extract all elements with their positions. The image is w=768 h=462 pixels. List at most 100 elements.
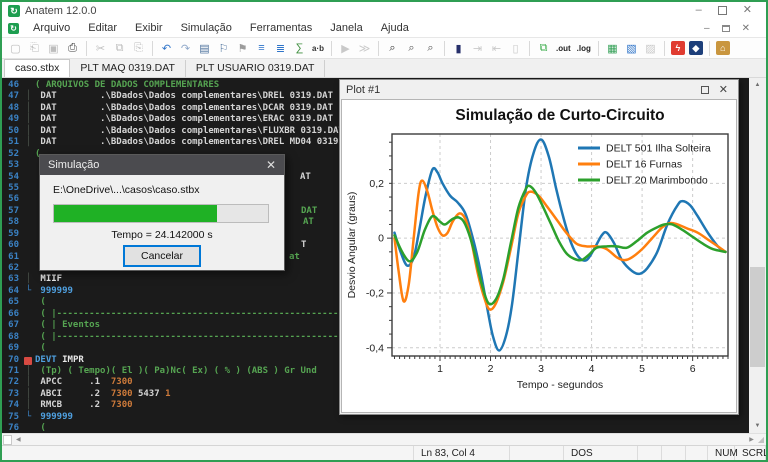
toolbar-table-icon[interactable]: ▦ bbox=[604, 40, 621, 57]
toolbar-document-info-icon[interactable]: ▤ bbox=[196, 40, 213, 57]
menu-arquivo[interactable]: Arquivo bbox=[24, 20, 79, 36]
mdi-minimize-button[interactable]: – bbox=[704, 23, 710, 34]
toolbar-redo-icon[interactable]: ↷ bbox=[177, 40, 194, 57]
fold-margin bbox=[22, 320, 35, 331]
fold-margin: │ bbox=[22, 126, 35, 137]
svg-text:5: 5 bbox=[639, 363, 645, 375]
status-cell bbox=[2, 446, 414, 460]
mdi-close-button[interactable]: ✕ bbox=[742, 23, 750, 34]
title-bar: ↻ Anatem 12.0.0 – ✕ bbox=[2, 2, 766, 19]
menu-simulacao[interactable]: Simulação bbox=[172, 20, 241, 36]
maximize-button[interactable] bbox=[718, 6, 727, 15]
toolbar-cut-icon[interactable]: ✂ bbox=[92, 40, 109, 57]
fold-margin: │ bbox=[22, 114, 35, 125]
close-button[interactable]: ✕ bbox=[743, 5, 752, 16]
horizontal-scrollbar[interactable]: ◀ ▶ ◢ bbox=[2, 433, 766, 445]
plot-window-titlebar[interactable]: Plot #1 ✕ bbox=[340, 80, 738, 99]
toolbar-sum-document-icon[interactable]: ∑ bbox=[291, 40, 308, 57]
line-number: 65 bbox=[2, 297, 22, 308]
toolbar-run-fault-icon[interactable]: ϟ bbox=[671, 41, 685, 55]
status-num: NUM bbox=[708, 446, 735, 460]
fold-margin bbox=[22, 355, 35, 366]
toolbar-search-back-icon[interactable]: ⌕ bbox=[422, 40, 439, 57]
line-number: 63 bbox=[2, 274, 22, 285]
progress-bar bbox=[53, 204, 269, 223]
toolbar-out-file-button[interactable]: .out bbox=[554, 40, 573, 57]
svg-text:0,2: 0,2 bbox=[369, 178, 384, 190]
dialog-close-icon[interactable]: ✕ bbox=[266, 158, 276, 172]
svg-text:Desvio Angular (graus): Desvio Angular (graus) bbox=[346, 192, 358, 299]
minimize-button[interactable]: – bbox=[696, 5, 702, 16]
toolbar-lock-icon[interactable]: ⌂ bbox=[716, 41, 730, 55]
dialog-titlebar[interactable]: Simulação ✕ bbox=[40, 155, 284, 175]
scroll-down-icon[interactable]: ▼ bbox=[755, 419, 761, 433]
occluded-text-fragment: AT bbox=[300, 172, 311, 183]
toolbar-save-file-icon[interactable]: ▣ bbox=[45, 40, 62, 57]
fold-margin bbox=[22, 206, 35, 217]
plot-close-button[interactable]: ✕ bbox=[719, 83, 728, 96]
toolbar-log-file-button[interactable]: .log bbox=[575, 40, 593, 57]
toolbar-bookmark-clear-icon[interactable]: ▯ bbox=[507, 40, 524, 57]
tab-plt-maq-0319-dat[interactable]: PLT MAQ 0319.DAT bbox=[70, 60, 186, 77]
toolbar-copy-pages-icon[interactable]: ⧉ bbox=[535, 40, 552, 57]
line-number: 66 bbox=[2, 309, 22, 320]
tab-plt-usuario-0319-dat[interactable]: PLT USUARIO 0319.DAT bbox=[186, 60, 325, 77]
vertical-scrollbar[interactable]: ▲ ▼ bbox=[749, 78, 766, 433]
toolbar-new-file-icon[interactable]: ▢ bbox=[7, 40, 24, 57]
scroll-up-icon[interactable]: ▲ bbox=[755, 78, 761, 92]
toolbar-list-icon[interactable]: ≡ bbox=[253, 40, 270, 57]
toolbar-bookmark-next-icon[interactable]: ⇥ bbox=[469, 40, 486, 57]
app-icon: ↻ bbox=[8, 5, 20, 17]
toolbar-ab-text-button[interactable]: a·b bbox=[310, 40, 326, 57]
tab-caso-stbx[interactable]: caso.stbx bbox=[4, 59, 70, 77]
menu-editar[interactable]: Editar bbox=[79, 20, 126, 36]
toolbar-image-icon[interactable]: ▨ bbox=[642, 40, 659, 57]
chart: 1234560,20-0,2-0,4Simulação de Curto-Cir… bbox=[342, 100, 737, 412]
toolbar-tag-clear-icon[interactable]: ⚑ bbox=[234, 40, 251, 57]
occluded-text-fragment: T bbox=[301, 240, 306, 251]
status-cell bbox=[638, 446, 662, 460]
toolbar-play-icon[interactable]: ▶ bbox=[337, 40, 354, 57]
status-cell bbox=[510, 446, 564, 460]
line-number: 74 bbox=[2, 400, 22, 411]
vertical-scrollbar-thumb[interactable] bbox=[750, 267, 765, 367]
resize-grip[interactable]: ◢ bbox=[758, 435, 766, 444]
svg-text:DELT 501 Ilha Solteira: DELT 501 Ilha Solteira bbox=[606, 143, 711, 155]
toolbar-tag-icon[interactable]: ⚐ bbox=[215, 40, 232, 57]
toolbar-network-tool-icon[interactable]: ◆ bbox=[689, 41, 703, 55]
line-number: 57 bbox=[2, 206, 22, 217]
toolbar-undo-icon[interactable]: ↶ bbox=[158, 40, 175, 57]
toolbar-open-file-icon[interactable]: ⎗ bbox=[26, 40, 43, 57]
toolbar-search-forward-icon[interactable]: ⌕ bbox=[403, 40, 420, 57]
toolbar-paste-icon[interactable]: ⎘ bbox=[130, 40, 147, 57]
toolbar-plot-image-icon[interactable]: ▧ bbox=[623, 40, 640, 57]
toolbar-copy-icon[interactable]: ⧉ bbox=[111, 40, 128, 57]
toolbar-bookmark-icon[interactable]: ▮ bbox=[450, 40, 467, 57]
svg-text:-0,4: -0,4 bbox=[366, 342, 384, 354]
occluded-text-fragment: at bbox=[289, 252, 300, 263]
line-number: 55 bbox=[2, 183, 22, 194]
dialog-title: Simulação bbox=[48, 159, 99, 171]
toolbar-indent-list-icon[interactable]: ≣ bbox=[272, 40, 289, 57]
plot-restore-button[interactable] bbox=[701, 86, 709, 94]
menu-ferramentas[interactable]: Ferramentas bbox=[241, 20, 321, 36]
line-number: 50 bbox=[2, 126, 22, 137]
splitter-box[interactable] bbox=[3, 435, 12, 445]
menu-exibir[interactable]: Exibir bbox=[126, 20, 172, 36]
scroll-left-icon[interactable]: ◀ bbox=[12, 436, 25, 443]
toolbar-print-icon[interactable]: ⎙ bbox=[64, 40, 81, 57]
menu-janela[interactable]: Janela bbox=[321, 20, 371, 36]
window-title: Anatem 12.0.0 bbox=[25, 5, 97, 17]
toolbar-search-icon[interactable]: ⌕ bbox=[384, 40, 401, 57]
scroll-right-icon[interactable]: ▶ bbox=[745, 436, 758, 443]
cancel-button[interactable]: Cancelar bbox=[124, 246, 200, 266]
line-number: 47 bbox=[2, 91, 22, 102]
fold-margin: │ bbox=[22, 366, 35, 377]
menu-ajuda[interactable]: Ajuda bbox=[372, 20, 418, 36]
line-number: 46 bbox=[2, 80, 22, 91]
status-bar: Ln 83, Col 4DOSNUMSCRL bbox=[2, 445, 766, 460]
line-number: 70 bbox=[2, 355, 22, 366]
mdi-restore-button[interactable] bbox=[722, 25, 730, 32]
toolbar-bookmark-prev-icon[interactable]: ⇤ bbox=[488, 40, 505, 57]
toolbar-fast-forward-icon[interactable]: ≫ bbox=[356, 40, 373, 57]
